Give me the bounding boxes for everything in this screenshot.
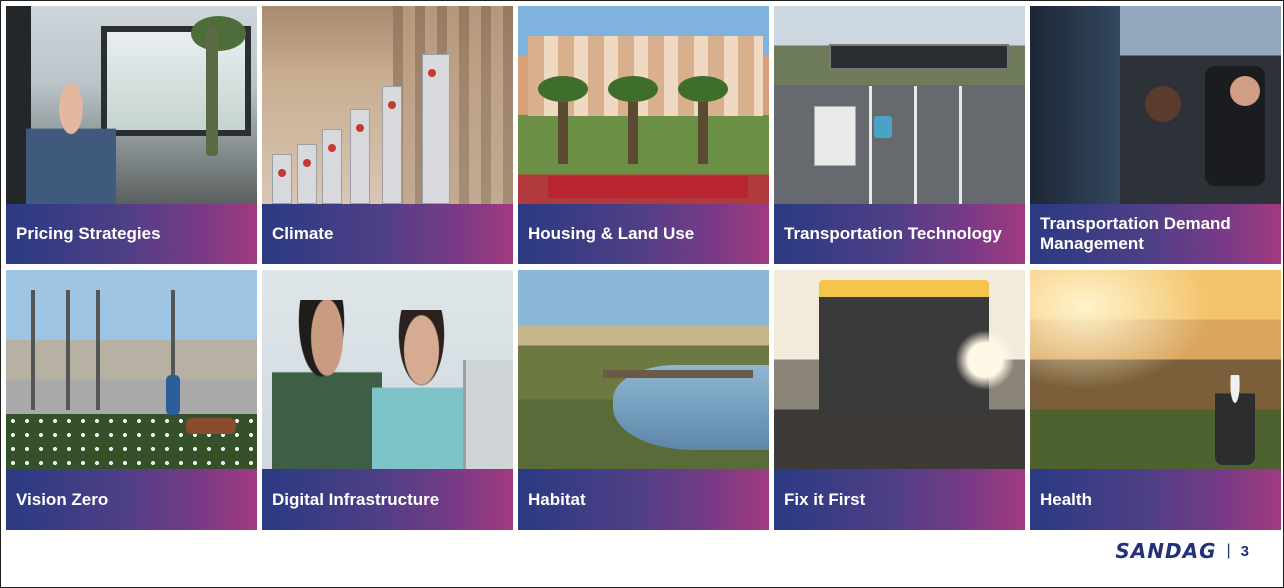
tile-digital-infrastructure[interactable]: Digital Infrastructure	[262, 270, 513, 530]
tile-climate[interactable]: Climate	[262, 6, 513, 264]
habitat-photo	[518, 270, 769, 469]
tile-habitat[interactable]: Habitat	[518, 270, 769, 530]
tile-housing-land-use[interactable]: Housing & Land Use	[518, 6, 769, 264]
vision-zero-photo	[6, 270, 257, 469]
fix-it-first-photo	[774, 270, 1025, 469]
topic-grid: Pricing Strategies Climate Housing & Lan…	[6, 6, 1282, 530]
tile-label: Fix it First	[774, 469, 1025, 530]
health-photo	[1030, 270, 1281, 469]
slide-footer: SANDAG | 3	[1115, 539, 1249, 563]
tile-transportation-technology[interactable]: Transportation Technology	[774, 6, 1025, 264]
tile-label: Transportation Technology	[774, 204, 1025, 264]
tile-label: Digital Infrastructure	[262, 469, 513, 530]
climate-photo	[262, 6, 513, 204]
housing-photo	[518, 6, 769, 204]
slide: Pricing Strategies Climate Housing & Lan…	[0, 0, 1284, 588]
tile-label: Housing & Land Use	[518, 204, 769, 264]
tile-health[interactable]: Health	[1030, 270, 1281, 530]
tile-fix-it-first[interactable]: Fix it First	[774, 270, 1025, 530]
tile-vision-zero[interactable]: Vision Zero	[6, 270, 257, 530]
pricing-strategies-photo	[6, 6, 257, 204]
digital-infrastructure-photo	[262, 270, 513, 469]
tile-transportation-demand-management[interactable]: Transportation Demand Management	[1030, 6, 1281, 264]
page-number: 3	[1240, 542, 1249, 560]
tile-label: Transportation Demand Management	[1030, 204, 1281, 264]
tdm-photo	[1030, 6, 1281, 204]
tile-label: Pricing Strategies	[6, 204, 257, 264]
tile-label: Habitat	[518, 469, 769, 530]
footer-separator: |	[1226, 542, 1231, 559]
tile-label: Vision Zero	[6, 469, 257, 530]
tile-pricing-strategies[interactable]: Pricing Strategies	[6, 6, 257, 264]
transportation-technology-photo	[774, 6, 1025, 204]
tile-label: Health	[1030, 469, 1281, 530]
sandag-logo: SANDAG	[1115, 539, 1217, 563]
tile-label: Climate	[262, 204, 513, 264]
